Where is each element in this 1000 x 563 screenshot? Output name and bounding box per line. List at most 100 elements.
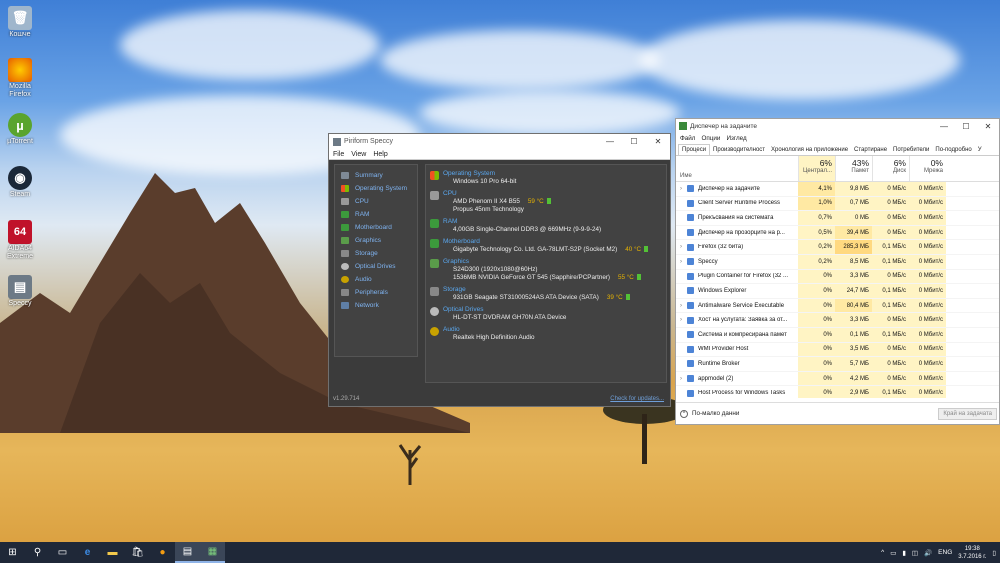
task-view-button[interactable]: ▭: [50, 542, 75, 563]
nav-optical-drives[interactable]: Optical Drives: [335, 260, 417, 273]
process-row[interactable]: Client Server Runtime Process 1,0% 0,7 МБ 0…: [676, 196, 999, 212]
process-name: Host Process for Windows Tasks: [698, 390, 786, 397]
process-row[interactable]: Windows Explorer 0% 24,7 МБ 0,1 МБ/с 0 Мбит/…: [676, 284, 999, 299]
process-name: Система и компресирана памет: [698, 331, 787, 338]
taskbar-firefox[interactable]: ●: [150, 542, 175, 563]
process-row[interactable]: › Speccy 0,2% 8,5 МБ 0,1 МБ/с 0 Мбит/с: [676, 254, 999, 270]
column-disk[interactable]: 6% Диск: [872, 156, 909, 181]
column-network[interactable]: 0% Мрежа: [909, 156, 946, 181]
end-task-button[interactable]: Край на задачата: [938, 407, 997, 420]
windows-icon: [430, 171, 439, 180]
taskbar-task-manager[interactable]: ▦: [200, 542, 225, 563]
tab-app-history[interactable]: Хронология на приложение: [768, 145, 851, 155]
nav-storage[interactable]: Storage: [335, 247, 417, 260]
section-motherboard: Motherboard Gigabyte Technology Co. Ltd.…: [430, 238, 662, 254]
process-name: Хост на услугата: Заявка за от...: [698, 317, 788, 324]
process-row[interactable]: › appmodel (2) 0% 4,2 МБ 0 МБ/с 0 Мбит/с: [676, 371, 999, 387]
taskbar-explorer[interactable]: ▬: [100, 542, 125, 563]
process-icon: [687, 360, 694, 368]
process-row[interactable]: › Диспечер на задачите 4,1% 9,8 МБ 0 МБ/с 0 М…: [676, 182, 999, 197]
process-name: Диспечер на прозорците на р...: [698, 229, 785, 236]
check-updates-link[interactable]: Check for updates...: [610, 396, 664, 402]
nav-summary[interactable]: Summary: [335, 169, 417, 182]
taskbar-edge[interactable]: e: [75, 542, 100, 563]
process-disk: 0,1 МБ/с: [872, 254, 909, 269]
process-row[interactable]: › Antimalware Service Executable 0% 80,4 МБ…: [676, 298, 999, 314]
column-cpu[interactable]: 6% Централ...: [798, 156, 835, 181]
close-button[interactable]: ✕: [977, 122, 999, 131]
battery-icon[interactable]: ▮: [902, 549, 906, 557]
volume-icon[interactable]: 🔊: [924, 549, 932, 557]
nav-peripherals[interactable]: Peripherals: [335, 286, 417, 299]
maximize-button[interactable]: ☐: [622, 137, 646, 146]
process-cpu: 0%: [798, 298, 835, 313]
process-row[interactable]: Диспечер на прозорците на р... 0,5% 39,4 М…: [676, 225, 999, 241]
process-row[interactable]: Plugin Container for Firefox (32 ... 0% 3,…: [676, 269, 999, 285]
language-indicator[interactable]: ENG: [938, 549, 952, 556]
nav-ram[interactable]: RAM: [335, 208, 417, 221]
section-header: Graphics: [443, 258, 470, 265]
nav-network[interactable]: Network: [335, 299, 417, 312]
process-row[interactable]: WMI Provider Host 0% 3,5 МБ 0 МБ/с 0 Мбит/с: [676, 342, 999, 358]
aida64-icon: 64: [8, 220, 32, 244]
menu-view[interactable]: View: [351, 151, 366, 158]
process-memory: 3,5 МБ: [835, 342, 872, 357]
clock[interactable]: 19:38 3.7.2016 г.: [958, 545, 986, 561]
desktop-icon-aida64[interactable]: 64 AIDA64 Extreme: [4, 220, 36, 261]
process-row[interactable]: Прекъсвания на системата 0,7% 0 МБ 0 МБ/с 0 …: [676, 211, 999, 226]
minimize-button[interactable]: —: [598, 137, 622, 146]
close-button[interactable]: ✕: [646, 137, 670, 146]
maximize-button[interactable]: ☐: [955, 122, 977, 131]
task-view-icon: ▭: [57, 547, 68, 558]
minimize-button[interactable]: —: [933, 122, 955, 131]
action-center-icon[interactable]: ▭: [890, 549, 896, 557]
taskbar-speccy[interactable]: ▤: [175, 542, 200, 563]
tab-performance[interactable]: Производителност: [710, 145, 768, 155]
process-name: Windows Explorer: [698, 287, 747, 294]
nav-audio[interactable]: Audio: [335, 273, 417, 286]
tab-startup[interactable]: Стартиране: [851, 145, 890, 155]
taskmgr-titlebar[interactable]: Диспечер на задачите — ☐ ✕: [676, 119, 999, 133]
notifications-icon[interactable]: ▯: [992, 549, 996, 557]
section-graphics: Graphics S24D300 (1920x1080@60Hz) 1536MB…: [430, 258, 662, 282]
desktop-icon-firefox[interactable]: Mozilla Firefox: [4, 58, 36, 99]
nav-cpu[interactable]: CPU: [335, 195, 417, 208]
search-button[interactable]: ⚲: [25, 542, 50, 563]
desktop-icon-steam[interactable]: ◉ Steam: [4, 166, 36, 199]
process-name-cell: Runtime Broker: [676, 360, 798, 368]
fewer-details-button[interactable]: ^ По-малко данни: [680, 409, 938, 418]
network-icon[interactable]: ◫: [912, 549, 918, 557]
tab-processes[interactable]: Процеси: [678, 144, 711, 155]
menu-help[interactable]: Help: [373, 151, 387, 158]
nav-graphics[interactable]: Graphics: [335, 234, 417, 247]
chevron-up-icon[interactable]: ^: [881, 549, 884, 556]
taskbar-store[interactable]: 🛍: [125, 542, 150, 563]
nav-operating-system[interactable]: Operating System: [335, 182, 417, 195]
nav-motherboard[interactable]: Motherboard: [335, 221, 417, 234]
taskbar: ⊞ ⚲ ▭ e ▬ 🛍 ● ▤ ▦ ^ ▭ ▮ ◫ 🔊 ENG 19:38 3.…: [0, 542, 1000, 563]
tab-services[interactable]: У: [975, 145, 985, 155]
process-memory: 3,3 МБ: [835, 269, 872, 284]
column-memory[interactable]: 43% Памет: [835, 156, 872, 181]
desktop-icon-utorrent[interactable]: µ µTorrent: [4, 113, 36, 146]
speccy-titlebar[interactable]: Piriform Speccy — ☐ ✕: [329, 134, 670, 149]
menu-view[interactable]: Изглед: [726, 135, 746, 142]
memory-total: 43%: [851, 158, 869, 168]
column-name[interactable]: Име: [676, 156, 798, 181]
start-button[interactable]: ⊞: [0, 542, 25, 563]
menu-options[interactable]: Опции: [701, 135, 720, 142]
section-header: Operating System: [443, 170, 496, 177]
tab-users[interactable]: Потребители: [890, 145, 932, 155]
process-row[interactable]: Runtime Broker 0% 5,7 МБ 0 МБ/с 0 Мбит/с: [676, 357, 999, 372]
menu-file[interactable]: File: [333, 151, 344, 158]
desktop-icon-speccy[interactable]: ▤ Speccy: [4, 275, 36, 308]
process-row[interactable]: Система и компресирана памет 0% 0,1 МБ 0,1 …: [676, 327, 999, 343]
process-row[interactable]: › Хост на услугата: Заявка за от... 0% 3,3 …: [676, 313, 999, 328]
process-row[interactable]: › Firefox (32 бита) 0,2% 285,3 МБ 0,1 МБ/с 0 …: [676, 240, 999, 255]
process-row[interactable]: Host Process for Windows Tasks 0% 2,9 МБ 0,…: [676, 386, 999, 398]
peripherals-icon: [341, 289, 349, 296]
tab-details[interactable]: По-подробно: [932, 145, 974, 155]
menu-file[interactable]: Файл: [680, 135, 695, 142]
desktop-icon-recycle-bin[interactable]: 🗑 Кошче: [4, 6, 36, 39]
storage-icon: [430, 287, 439, 296]
